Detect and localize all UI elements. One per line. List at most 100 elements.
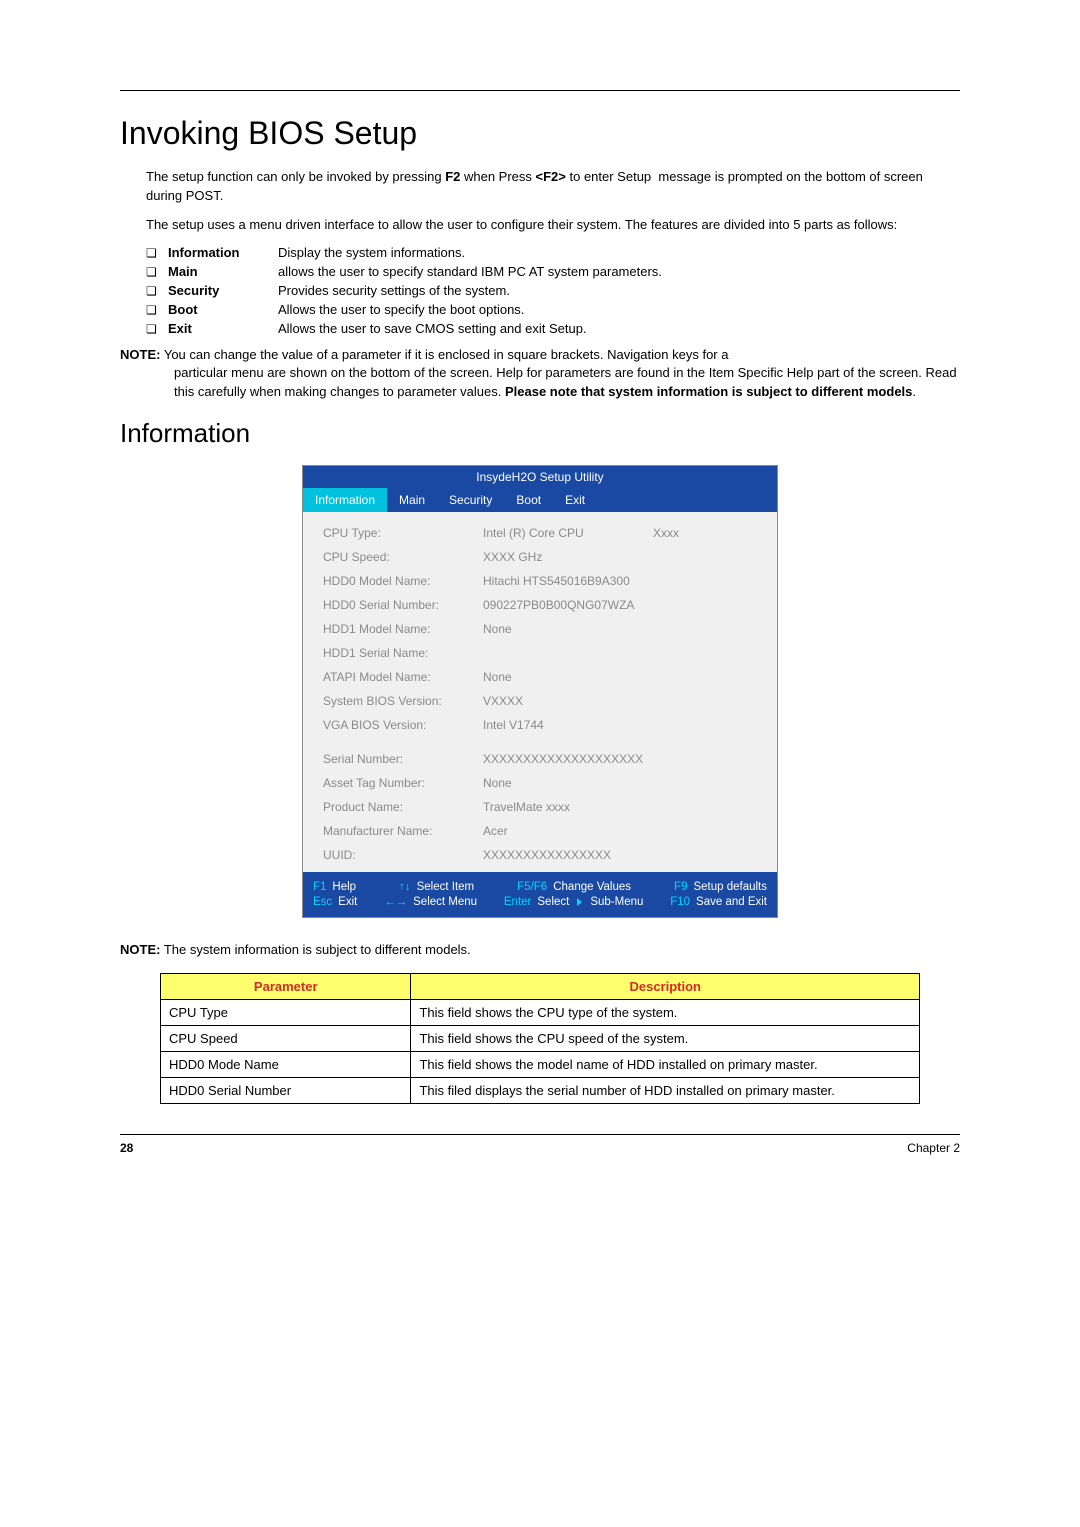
hint-text: Change Values [553,881,631,893]
bios-field-extra [653,800,757,814]
note-block: NOTE: You can change the value of a para… [120,346,960,403]
bios-field-extra [653,848,757,862]
key-updown: ↑↓ [399,881,411,893]
hint-text: Setup defaults [693,881,767,893]
bios-field-value: Acer [483,824,653,838]
bios-field-value: XXXXXXXXXXXXXXXXXXXX [483,752,653,766]
bios-field-extra [653,646,757,660]
col-parameter: Parameter [161,974,411,1000]
bios-field-extra [653,718,757,732]
hint-text: Help [332,881,356,893]
note-text: The system information is subject to dif… [160,942,470,957]
bios-field-label: Serial Number: [323,752,483,766]
hint-select-submenu: Enter Select Sub-Menu [504,896,644,908]
param-name: CPU Speed [161,1026,411,1052]
bios-field-value: XXXXXXXXXXXXXXXX [483,848,653,862]
bios-field-label: System BIOS Version: [323,694,483,708]
part-row: ❏ Security Provides security settings of… [146,283,960,298]
key-enter: Enter [504,896,532,908]
checkbox-icon: ❏ [146,284,168,298]
hint-text: Select Menu [413,896,477,908]
bios-field-value: 090227PB0B00QNG07WZA [483,598,653,612]
bios-field-extra: Xxxx [653,526,757,540]
bios-field-value: TravelMate xxxx [483,800,653,814]
key-f1: F1 [313,881,326,893]
bios-field-value: None [483,776,653,790]
checkbox-icon: ❏ [146,265,168,279]
tab-main[interactable]: Main [387,488,437,512]
bios-field-label: VGA BIOS Version: [323,718,483,732]
hint-save-exit: F10 Save and Exit [670,896,767,908]
bios-field-label: Asset Tag Number: [323,776,483,790]
parts-list: ❏ Information Display the system informa… [146,245,960,336]
hint-change-values: F5/F6Change Values [517,881,631,893]
part-label: Boot [168,302,278,317]
bios-field-value: Intel V1744 [483,718,653,732]
bios-body: CPU Type:Intel (R) Core CPUXxxxCPU Speed… [303,512,777,872]
bios-field-label: ATAPI Model Name: [323,670,483,684]
bios-field-value: None [483,670,653,684]
hint-exit: EscExit [313,896,357,908]
bios-field-value: VXXXX [483,694,653,708]
param-desc: This field shows the CPU type of the sys… [411,1000,920,1026]
page-number: 28 [120,1141,133,1155]
bios-field-extra [653,694,757,708]
top-rule [120,90,960,91]
tab-exit[interactable]: Exit [553,488,597,512]
bios-field-value: XXXX GHz [483,550,653,564]
tab-boot[interactable]: Boot [504,488,553,512]
checkbox-icon: ❏ [146,246,168,260]
part-label: Information [168,245,278,260]
tab-information[interactable]: Information [303,488,387,512]
key-leftright: ←→ [384,896,407,908]
intro-para-2: The setup uses a menu driven interface t… [146,216,960,235]
part-desc: Allows the user to save CMOS setting and… [278,321,587,336]
bios-field-value: Hitachi HTS545016B9A300 [483,574,653,588]
part-row: ❏ Information Display the system informa… [146,245,960,260]
part-desc: allows the user to specify standard IBM … [278,264,662,279]
note-bold: Please note that system information is s… [505,384,912,399]
bios-field-extra [653,598,757,612]
hint-text: Select Item [417,881,475,893]
triangle-icon [577,898,582,906]
bios-field-extra [653,752,757,766]
bios-field-extra [653,550,757,564]
bios-field-label: HDD0 Model Name: [323,574,483,588]
hint-text: Save and Exit [696,896,767,908]
part-desc: Provides security settings of the system… [278,283,510,298]
bios-field-value [483,646,653,660]
hint-text: Exit [338,896,357,908]
part-desc: Allows the user to specify the boot opti… [278,302,524,317]
param-name: HDD0 Mode Name [161,1052,411,1078]
bios-footer: F1Help ↑↓Select Item F5/F6Change Values … [303,872,777,917]
part-row: ❏ Boot Allows the user to specify the bo… [146,302,960,317]
param-desc: This field shows the CPU speed of the sy… [411,1026,920,1052]
param-name: CPU Type [161,1000,411,1026]
parameter-table: Parameter Description CPU TypeThis field… [160,973,920,1104]
hint-select-menu: ←→ Select Menu [384,896,477,908]
hint-text: Select [537,896,569,908]
bios-field-extra [653,622,757,636]
note-end: . [912,384,916,399]
page-footer: 28 Chapter 2 [120,1134,960,1155]
hint-text: Sub-Menu [590,896,643,908]
bios-field-extra [653,824,757,838]
key-f10: F10 [670,896,690,908]
table-row: CPU TypeThis field shows the CPU type of… [161,1000,920,1026]
bios-field-extra [653,670,757,684]
bios-setup-panel: InsydeH2O Setup Utility Information Main… [302,465,778,918]
tab-security[interactable]: Security [437,488,504,512]
checkbox-icon: ❏ [146,303,168,317]
chapter-label: Chapter 2 [907,1141,960,1155]
intro-para-1: The setup function can only be invoked b… [146,168,960,206]
bios-field-label: UUID: [323,848,483,862]
bios-title-bar: InsydeH2O Setup Utility [303,466,777,488]
note-label: NOTE: [120,347,160,362]
bios-field-value: Intel (R) Core CPU [483,526,653,540]
bios-field-extra [653,776,757,790]
bios-field-label: CPU Speed: [323,550,483,564]
hint-select-item: ↑↓ Select Item [399,881,474,893]
part-desc: Display the system informations. [278,245,465,260]
bios-field-label: HDD1 Model Name: [323,622,483,636]
bios-field-value: None [483,622,653,636]
